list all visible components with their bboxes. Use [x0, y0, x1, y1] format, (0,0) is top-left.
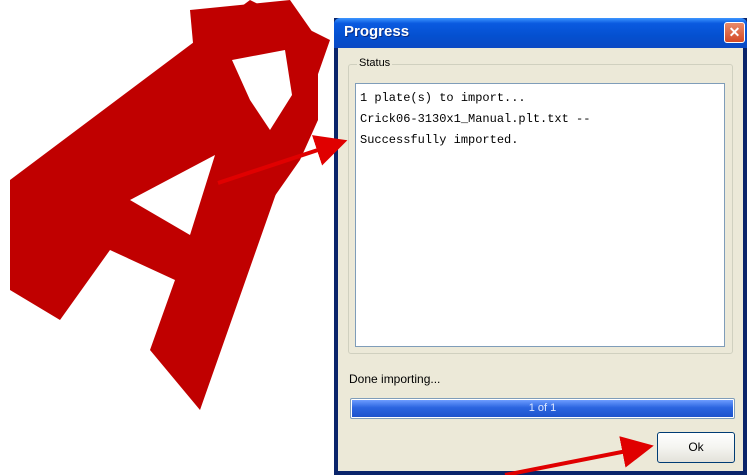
status-line: Crick06-3130x1_Manual.plt.txt -- [360, 112, 591, 126]
title-bar[interactable]: Progress ✕ [334, 18, 747, 48]
window-title: Progress [344, 23, 410, 40]
status-log[interactable]: 1 plate(s) to import... Crick06-3130x1_M… [355, 83, 725, 347]
arrow-to-status [217, 135, 348, 185]
status-groupbox: Status 1 plate(s) to import... Crick06-3… [348, 57, 733, 354]
progress-text: 1 of 1 [528, 402, 557, 414]
ok-button[interactable]: Ok [657, 432, 735, 463]
close-button[interactable]: ✕ [724, 22, 745, 43]
status-line: 1 plate(s) to import... [360, 91, 526, 105]
watermark-letter-r [190, 0, 318, 210]
status-group-label: Status [357, 57, 393, 69]
ok-button-label: Ok [688, 440, 704, 454]
close-icon: ✕ [728, 24, 741, 40]
progress-bar: 1 of 1 [350, 398, 735, 419]
status-line: Successfully imported. [360, 133, 519, 147]
dialog-body: Status 1 plate(s) to import... Crick06-3… [338, 48, 743, 471]
watermark-letter-a [10, 0, 330, 410]
done-status-text: Done importing... [349, 372, 441, 386]
progress-dialog: Progress ✕ Status 1 plate(s) to import..… [334, 18, 747, 475]
